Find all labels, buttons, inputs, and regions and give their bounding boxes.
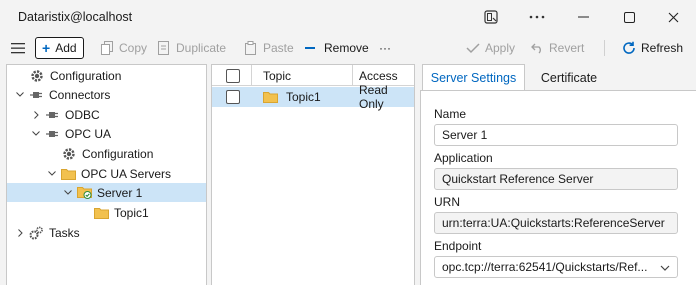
tree-item-odbc[interactable]: ODBC [7, 105, 206, 124]
application-label: Application [434, 151, 493, 165]
gear-icon [29, 68, 45, 84]
layout-icon[interactable] [468, 0, 514, 34]
endpoint-dropdown[interactable]: opc.tcp://terra:62541/Quickstarts/Ref... [434, 256, 678, 278]
urn-field[interactable]: urn:terra:UA:Quickstarts:ReferenceServer [434, 212, 678, 234]
gear-icon [61, 146, 77, 162]
title-bar: Dataristix@localhost [0, 0, 696, 34]
tab-server-settings[interactable]: Server Settings [422, 64, 525, 91]
maximize-button[interactable] [606, 0, 652, 34]
chevron-down-icon [660, 260, 670, 274]
select-all-checkbox[interactable] [212, 65, 252, 86]
connected-folder-icon [76, 185, 92, 201]
tree-item-opc-ua[interactable]: OPC UA [7, 124, 206, 143]
refresh-button[interactable]: Refresh [622, 37, 683, 59]
undo-icon [531, 43, 541, 54]
plus-icon: + [42, 40, 51, 56]
hamburger-menu-icon[interactable] [11, 37, 25, 59]
duplicate-icon [158, 41, 169, 55]
endpoint-label: Endpoint [434, 239, 482, 253]
tree-item-configuration[interactable]: Configuration [7, 66, 206, 85]
remove-button[interactable]: Remove [305, 37, 369, 59]
name-field[interactable]: Server 1 [434, 124, 678, 146]
chevron-right-icon[interactable] [31, 110, 41, 120]
plug-icon [44, 107, 60, 123]
more-options-icon[interactable] [514, 0, 560, 34]
row-access: Read Only [359, 83, 388, 111]
plug-icon [28, 87, 44, 103]
endpoint-value: opc.tcp://terra:62541/Quickstarts/Ref... [442, 260, 648, 274]
tree-item-opc-ua-servers[interactable]: OPC UA Servers [7, 164, 206, 183]
tree-item-tasks[interactable]: Tasks [7, 223, 206, 242]
apply-button[interactable]: Apply [466, 37, 515, 59]
navigation-tree: Configuration Connectors ODBC OPC UA Con… [6, 64, 207, 285]
add-button[interactable]: + Add [35, 37, 84, 59]
toolbar: + Add Copy Duplicate Paste Remove ··· Ap… [0, 34, 696, 62]
paste-icon [245, 41, 256, 55]
folder-icon [263, 87, 278, 107]
minimize-button[interactable] [560, 0, 606, 34]
window-title: Dataristix@localhost [18, 10, 133, 24]
tree-item-server-1[interactable]: Server 1 [7, 183, 206, 202]
details-panel: Server Settings Certificate Name Server … [420, 64, 696, 285]
chevron-down-icon[interactable] [47, 169, 57, 179]
chevron-down-icon[interactable] [31, 129, 41, 139]
copy-icon [101, 41, 113, 55]
app-window: Dataristix@localhost + Add Copy Duplicat… [0, 0, 696, 285]
duplicate-button[interactable]: Duplicate [158, 37, 226, 59]
plug-icon [44, 126, 60, 142]
row-checkbox[interactable] [226, 87, 240, 107]
table-row[interactable]: Topic1 Read Only [212, 83, 414, 111]
folder-icon [60, 166, 76, 182]
gears-icon [28, 225, 44, 241]
more-toolbar-button[interactable]: ··· [379, 37, 391, 59]
row-topic: Topic1 [286, 90, 321, 104]
checkmark-icon [466, 43, 480, 54]
tree-item-topic1[interactable]: Topic1 [7, 203, 206, 222]
column-header-topic[interactable]: Topic [252, 65, 353, 86]
tree-item-connectors[interactable]: Connectors [7, 85, 206, 104]
copy-button[interactable]: Copy [101, 37, 147, 59]
paste-button[interactable]: Paste [245, 37, 294, 59]
close-button[interactable] [650, 0, 696, 34]
topic-list: Topic Access Topic1 Read Only [211, 64, 415, 285]
server-settings-form: Name Server 1 Application Quickstart Ref… [420, 90, 696, 285]
name-label: Name [434, 107, 467, 121]
application-field[interactable]: Quickstart Reference Server [434, 168, 678, 190]
minus-icon [305, 46, 315, 50]
chevron-right-icon[interactable] [15, 228, 25, 238]
tab-bar: Server Settings Certificate [420, 64, 696, 91]
folder-icon [93, 205, 109, 221]
toolbar-divider [604, 40, 605, 56]
tab-certificate[interactable]: Certificate [529, 64, 609, 91]
chevron-down-icon[interactable] [15, 90, 25, 100]
chevron-down-icon[interactable] [63, 188, 73, 198]
refresh-icon [623, 41, 635, 54]
revert-button[interactable]: Revert [531, 37, 584, 59]
tree-item-opc-ua-configuration[interactable]: Configuration [7, 144, 206, 163]
urn-label: URN [434, 195, 460, 209]
